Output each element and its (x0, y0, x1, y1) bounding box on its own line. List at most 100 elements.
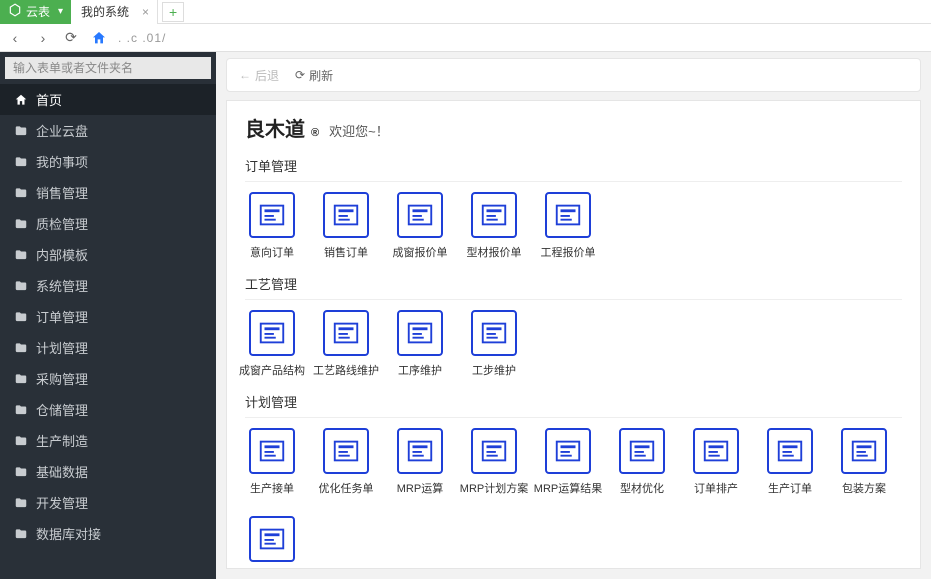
sidebar-item-8[interactable]: 计划管理 (0, 332, 216, 363)
nav-back-button[interactable]: ‹ (6, 29, 24, 47)
tab-my-system[interactable]: 我的系统 × (71, 0, 158, 24)
sidebar-item-10[interactable]: 仓储管理 (0, 394, 216, 425)
sidebar-item-1[interactable]: 企业云盘 (0, 115, 216, 146)
tile-2-5[interactable]: 型材优化 (615, 428, 669, 496)
folder-icon (14, 496, 28, 510)
tile-icon (323, 192, 369, 238)
tile-label: 工步维护 (472, 362, 516, 378)
tile-2-4[interactable]: MRP运算结果 (541, 428, 595, 496)
page-title: 良木道® 欢迎您~！ (245, 113, 902, 142)
sidebar-item-12[interactable]: 基础数据 (0, 456, 216, 487)
tile-2-0[interactable]: 生产接单 (245, 428, 299, 496)
action-refresh[interactable]: ⟳ 刷新 (295, 67, 333, 84)
folder-icon (14, 372, 28, 386)
reg-mark: ® (311, 127, 319, 139)
tile-icon (471, 192, 517, 238)
tile-2-7[interactable]: 生产订单 (763, 428, 817, 496)
sidebar-item-label: 基础数据 (36, 462, 88, 481)
tile-1-2[interactable]: 工序维护 (393, 310, 447, 378)
nav-forward-button[interactable]: › (34, 29, 52, 47)
tile-label: 型材报价单 (467, 244, 522, 260)
tile-label: MRP计划方案 (460, 480, 528, 496)
tile-label: 成窗产品结构 (239, 362, 305, 378)
nav-toolbar: ‹ › ⟳ . .c .01/ (0, 24, 931, 52)
folder-icon (14, 434, 28, 448)
sidebar-item-4[interactable]: 质检管理 (0, 208, 216, 239)
page-welcome: 欢迎您~！ (329, 121, 389, 140)
sidebar-item-label: 采购管理 (36, 369, 88, 388)
tile-2-1[interactable]: 优化任务单 (319, 428, 373, 496)
action-bar: ← 后退 ⟳ 刷新 (226, 58, 921, 92)
tab-add-button[interactable]: + (162, 2, 184, 22)
tile-icon (397, 192, 443, 238)
tile-icon (693, 428, 739, 474)
folder-icon (14, 217, 28, 231)
folder-icon (14, 341, 28, 355)
chevron-left-icon: ‹ (13, 30, 18, 46)
sidebar-item-3[interactable]: 销售管理 (0, 177, 216, 208)
section-0: 订单管理意向订单销售订单成窗报价单型材报价单 工程报价单 (245, 156, 902, 260)
tile-2-6[interactable]: 订单排产 (689, 428, 743, 496)
action-back[interactable]: ← 后退 (239, 67, 279, 84)
tile-row: 意向订单销售订单成窗报价单型材报价单 工程报价单 (245, 192, 902, 260)
tile-1-3[interactable]: 工步维护 (467, 310, 521, 378)
tile-1-1[interactable]: 工艺路线维护 (319, 310, 373, 378)
sidebar-item-0[interactable]: 首页 (0, 84, 216, 115)
folder-icon (14, 124, 28, 138)
tile-0-0[interactable]: 意向订单 (245, 192, 299, 260)
tile-icon (619, 428, 665, 474)
sidebar-item-6[interactable]: 系统管理 (0, 270, 216, 301)
sidebar-item-label: 仓储管理 (36, 400, 88, 419)
sidebar-item-label: 计划管理 (36, 338, 88, 357)
folder-icon (14, 279, 28, 293)
tile-icon (249, 192, 295, 238)
folder-icon (14, 465, 28, 479)
back-arrow-icon: ← (239, 68, 251, 82)
tile-icon (249, 310, 295, 356)
sidebar-item-2[interactable]: 我的事项 (0, 146, 216, 177)
tile-label: 型材优化 (620, 480, 664, 496)
tile-2-2[interactable]: MRP运算 (393, 428, 447, 496)
brand[interactable]: 云表 ▾ (0, 0, 71, 24)
sidebar-item-13[interactable]: 开发管理 (0, 487, 216, 518)
sidebar-item-label: 内部模板 (36, 245, 88, 264)
tile-row: 生产接单优化任务单 MRP运算 MRP计划方案 MRP运算结果型材优化 订单排产生产订单… (245, 428, 902, 569)
section-title: 订单管理 (245, 156, 902, 182)
sidebar-search-wrap (0, 52, 216, 84)
tile-0-2[interactable]: 成窗报价单 (393, 192, 447, 260)
sidebar-item-label: 企业云盘 (36, 121, 88, 140)
brand-icon (8, 3, 22, 20)
content-area: ← 后退 ⟳ 刷新 良木道® 欢迎您~！ 订单管理意向订单销售订单成窗报价单型材… (216, 52, 931, 579)
section-2: 计划管理生产接单优化任务单MRP运算MRP计划方案MRP运算结果型材优化订单排产… (245, 392, 902, 569)
sidebar-item-label: 首页 (36, 90, 62, 109)
tile-2-9[interactable]: 订单进度查询 (245, 516, 299, 569)
tile-0-1[interactable]: 销售订单 (319, 192, 373, 260)
tile-0-3[interactable]: 型材报价单 (467, 192, 521, 260)
tile-label: 订单进度查询 (239, 568, 305, 569)
sidebar-search-input[interactable] (5, 57, 211, 79)
home-icon (14, 93, 28, 107)
nav-home-button[interactable] (90, 29, 108, 47)
tile-row: 成窗产品结构工艺路线维护工序维护工步维护 (245, 310, 902, 378)
tile-label: 包装方案 (842, 480, 886, 496)
refresh-icon: ⟳ (295, 68, 305, 82)
sidebar-item-9[interactable]: 采购管理 (0, 363, 216, 394)
tile-icon (545, 192, 591, 238)
sidebar-item-7[interactable]: 订单管理 (0, 301, 216, 332)
url-display: . .c .01/ (118, 31, 166, 45)
tile-label: 生产订单 (768, 480, 812, 496)
nav-refresh-button[interactable]: ⟳ (62, 29, 80, 47)
sidebar-item-14[interactable]: 数据库对接 (0, 518, 216, 549)
sidebar-item-5[interactable]: 内部模板 (0, 239, 216, 270)
plus-icon: + (169, 4, 177, 20)
tile-0-4[interactable]: 工程报价单 (541, 192, 595, 260)
section-title: 工艺管理 (245, 274, 902, 300)
folder-icon (14, 155, 28, 169)
brand-dropdown-icon: ▾ (58, 6, 63, 17)
tile-1-0[interactable]: 成窗产品结构 (245, 310, 299, 378)
tile-2-8[interactable]: 包装方案 (837, 428, 891, 496)
tab-close-icon[interactable]: × (142, 5, 149, 19)
sidebar-item-11[interactable]: 生产制造 (0, 425, 216, 456)
tile-icon (323, 310, 369, 356)
tile-2-3[interactable]: MRP计划方案 (467, 428, 521, 496)
